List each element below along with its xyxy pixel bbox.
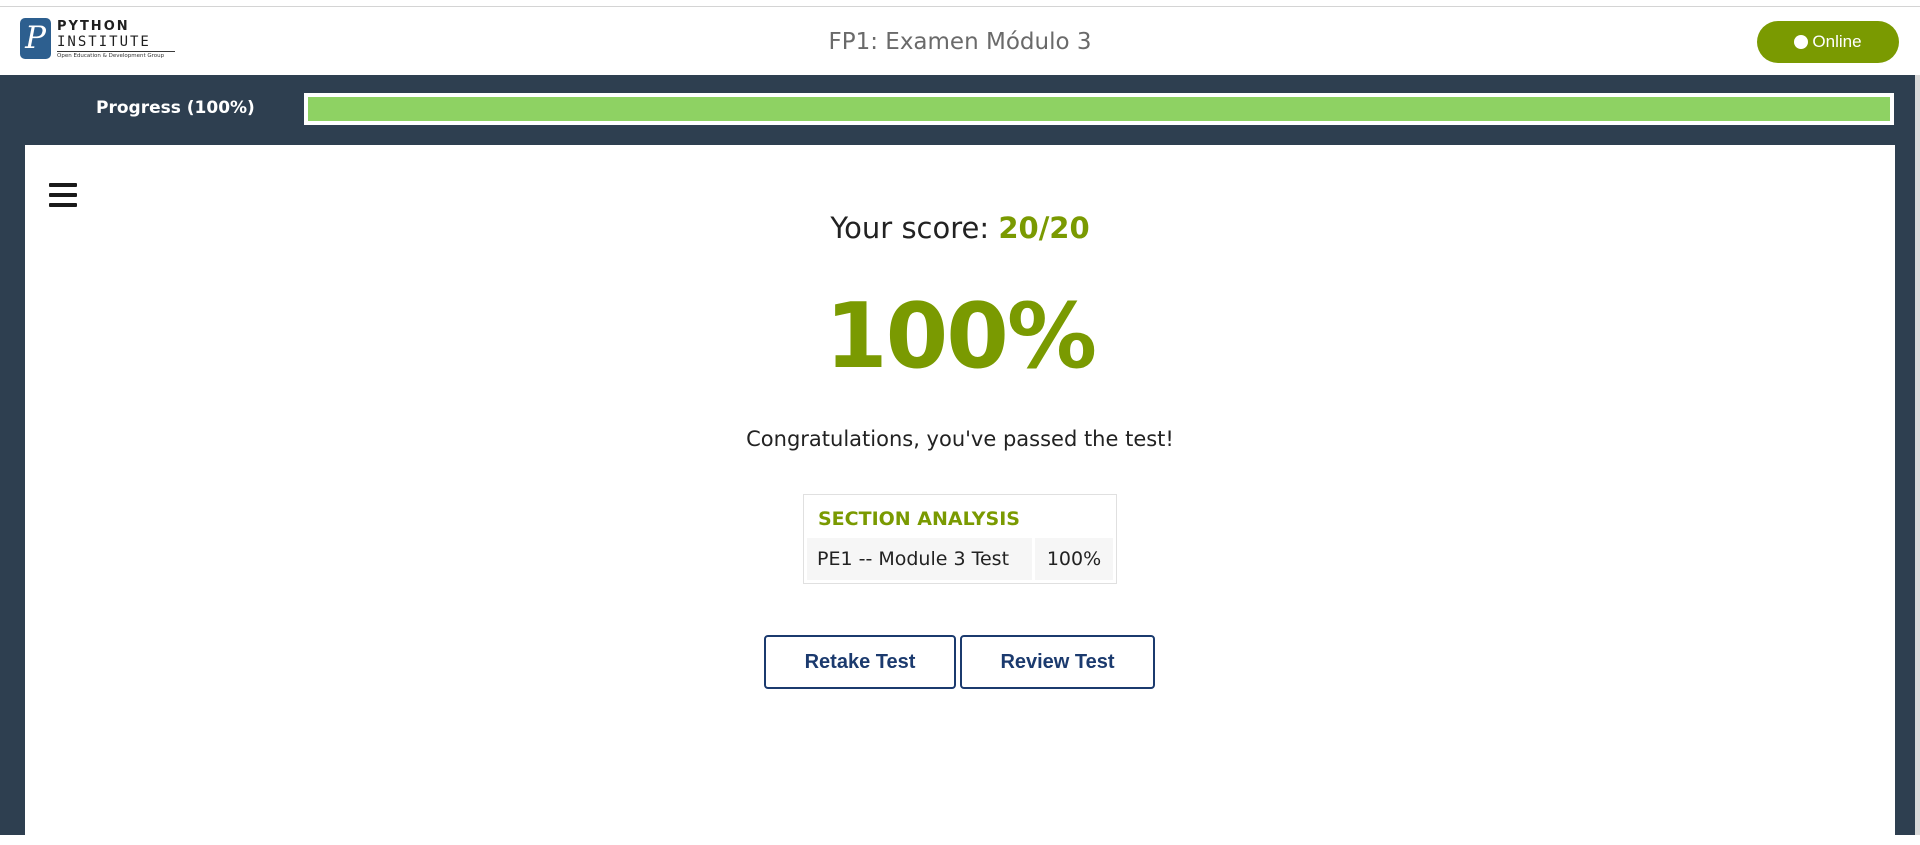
score-label: Your score: <box>830 211 999 245</box>
section-percent: 100% <box>1035 538 1113 580</box>
score-percent: 100% <box>824 284 1097 389</box>
window-top-border <box>0 0 1920 7</box>
online-status-label: Online <box>1812 32 1862 51</box>
online-dot-icon <box>1794 35 1809 49</box>
online-status-button[interactable]: Online <box>1757 21 1899 63</box>
pass-message: Congratulations, you've passed the test! <box>746 427 1174 451</box>
results-panel: Your score: 20/20 100% Congratulations, … <box>25 145 1895 845</box>
score-value: 20/20 <box>998 211 1090 245</box>
hamburger-menu-icon[interactable] <box>49 183 77 207</box>
exam-title: FP1: Examen Módulo 3 <box>828 29 1092 55</box>
progress-bar <box>304 93 1894 125</box>
top-header: P PYTHON INSTITUTE Open Education & Deve… <box>0 7 1920 75</box>
score-line: Your score: 20/20 <box>25 210 1895 246</box>
progress-bar-fill <box>308 97 1890 121</box>
table-row: PE1 -- Module 3 Test 100% <box>807 538 1113 580</box>
retake-test-button[interactable]: Retake Test <box>764 635 956 689</box>
section-analysis-table: SECTION ANALYSIS PE1 -- Module 3 Test 10… <box>803 494 1117 584</box>
review-test-button[interactable]: Review Test <box>960 635 1155 689</box>
scrollbar-track[interactable] <box>1915 75 1920 835</box>
section-name: PE1 -- Module 3 Test <box>807 538 1032 580</box>
section-analysis-title: SECTION ANALYSIS <box>818 508 1020 530</box>
progress-label: Progress (100%) <box>96 98 255 118</box>
exam-frame: Progress (100%) Your score: 20/20 100% C… <box>0 75 1920 845</box>
